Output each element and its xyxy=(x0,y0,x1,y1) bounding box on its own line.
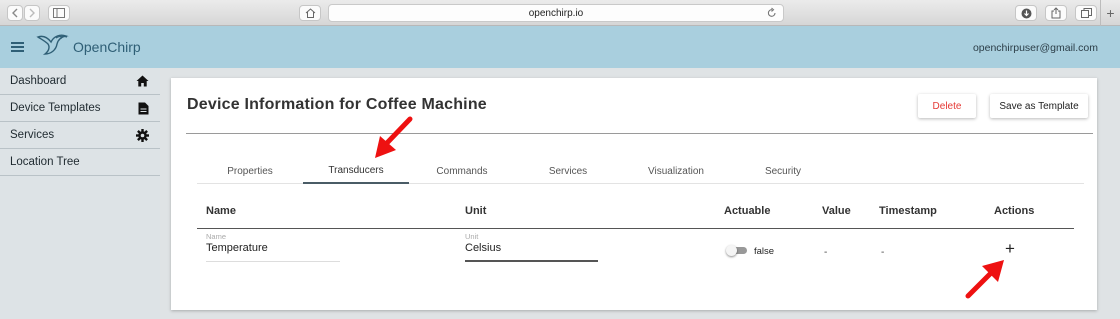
column-header-actions: Actions xyxy=(994,205,1035,217)
document-icon xyxy=(138,102,149,115)
brand-name[interactable]: OpenChirp xyxy=(73,39,141,55)
address-bar[interactable]: openchirp.io xyxy=(328,4,784,22)
chevron-right-icon xyxy=(29,8,35,18)
download-icon xyxy=(1021,8,1031,18)
sidebar-toggle-button[interactable] xyxy=(48,5,70,21)
user-email[interactable]: openchirpuser@gmail.com xyxy=(973,42,1098,54)
sidebar-item-label: Device Templates xyxy=(10,102,101,114)
value-cell: - xyxy=(824,247,828,258)
browser-toolbar: openchirp.io + xyxy=(0,0,1120,26)
reload-icon[interactable] xyxy=(767,7,777,19)
sidebar-item-services[interactable]: Services xyxy=(0,122,160,149)
actuable-state-text: false xyxy=(754,246,775,257)
transducer-name-input[interactable] xyxy=(206,242,340,254)
hamburger-menu-icon[interactable] xyxy=(11,42,24,52)
new-tab-button[interactable]: + xyxy=(1100,0,1120,26)
sidebar-item-label: Services xyxy=(10,129,55,141)
column-header-actuable: Actuable xyxy=(724,205,771,217)
tab-bar: Properties Transducers Commands Services… xyxy=(197,158,1084,184)
tab-properties[interactable]: Properties xyxy=(197,158,303,184)
transducer-unit-input[interactable] xyxy=(465,242,598,254)
share-button[interactable] xyxy=(1045,5,1067,21)
column-header-value: Value xyxy=(822,205,851,217)
timestamp-cell: - xyxy=(881,247,885,258)
house-outline-icon xyxy=(305,8,315,18)
device-information-card: Device Information for Coffee Machine De… xyxy=(171,78,1097,310)
column-header-name: Name xyxy=(206,205,236,217)
annotation-arrow-icon xyxy=(375,116,413,158)
sidebar-item-label: Location Tree xyxy=(10,156,80,168)
tabs-overview-button[interactable] xyxy=(1075,5,1097,21)
divider xyxy=(186,133,1093,134)
tabs-icon xyxy=(1080,8,1092,18)
app-header: OpenChirp openchirpuser@gmail.com xyxy=(0,26,1120,68)
unit-field-underline xyxy=(465,260,598,262)
share-icon xyxy=(1051,7,1061,19)
add-transducer-button[interactable]: + xyxy=(1002,240,1018,257)
gear-icon xyxy=(136,129,149,142)
downloads-button[interactable] xyxy=(1015,5,1037,21)
url-text: openchirp.io xyxy=(528,7,584,19)
actuable-toggle[interactable] xyxy=(726,245,747,256)
sidebar-item-device-templates[interactable]: Device Templates xyxy=(0,95,160,122)
sidebar-item-location-tree[interactable]: Location Tree xyxy=(0,149,160,176)
home-button[interactable] xyxy=(299,5,321,21)
save-as-template-button[interactable]: Save as Template xyxy=(990,94,1088,118)
table-header-divider xyxy=(197,228,1074,229)
tab-security[interactable]: Security xyxy=(731,158,835,184)
sidebar-icon xyxy=(53,8,65,18)
page-title: Device Information for Coffee Machine xyxy=(187,96,487,113)
unit-field-label: Unit xyxy=(465,232,479,241)
name-field-underline xyxy=(206,261,340,262)
sidebar: Dashboard Device Templates Services Loca… xyxy=(0,68,160,319)
openchirp-bird-logo-icon xyxy=(36,34,69,55)
name-field-label: Name xyxy=(206,232,227,241)
annotation-arrow-icon xyxy=(965,260,1004,299)
chevron-left-icon xyxy=(12,8,18,18)
tab-commands[interactable]: Commands xyxy=(409,158,515,184)
sidebar-item-dashboard[interactable]: Dashboard xyxy=(0,68,160,95)
delete-button[interactable]: Delete xyxy=(918,94,976,118)
column-header-timestamp: Timestamp xyxy=(879,205,937,217)
forward-button[interactable] xyxy=(24,5,40,21)
toggle-knob xyxy=(726,245,737,256)
tab-visualization[interactable]: Visualization xyxy=(621,158,731,184)
plus-icon: + xyxy=(1106,5,1115,21)
column-header-unit: Unit xyxy=(465,205,487,217)
tab-services[interactable]: Services xyxy=(515,158,621,184)
back-button[interactable] xyxy=(7,5,23,21)
sidebar-item-label: Dashboard xyxy=(10,75,67,87)
home-icon xyxy=(136,75,149,87)
